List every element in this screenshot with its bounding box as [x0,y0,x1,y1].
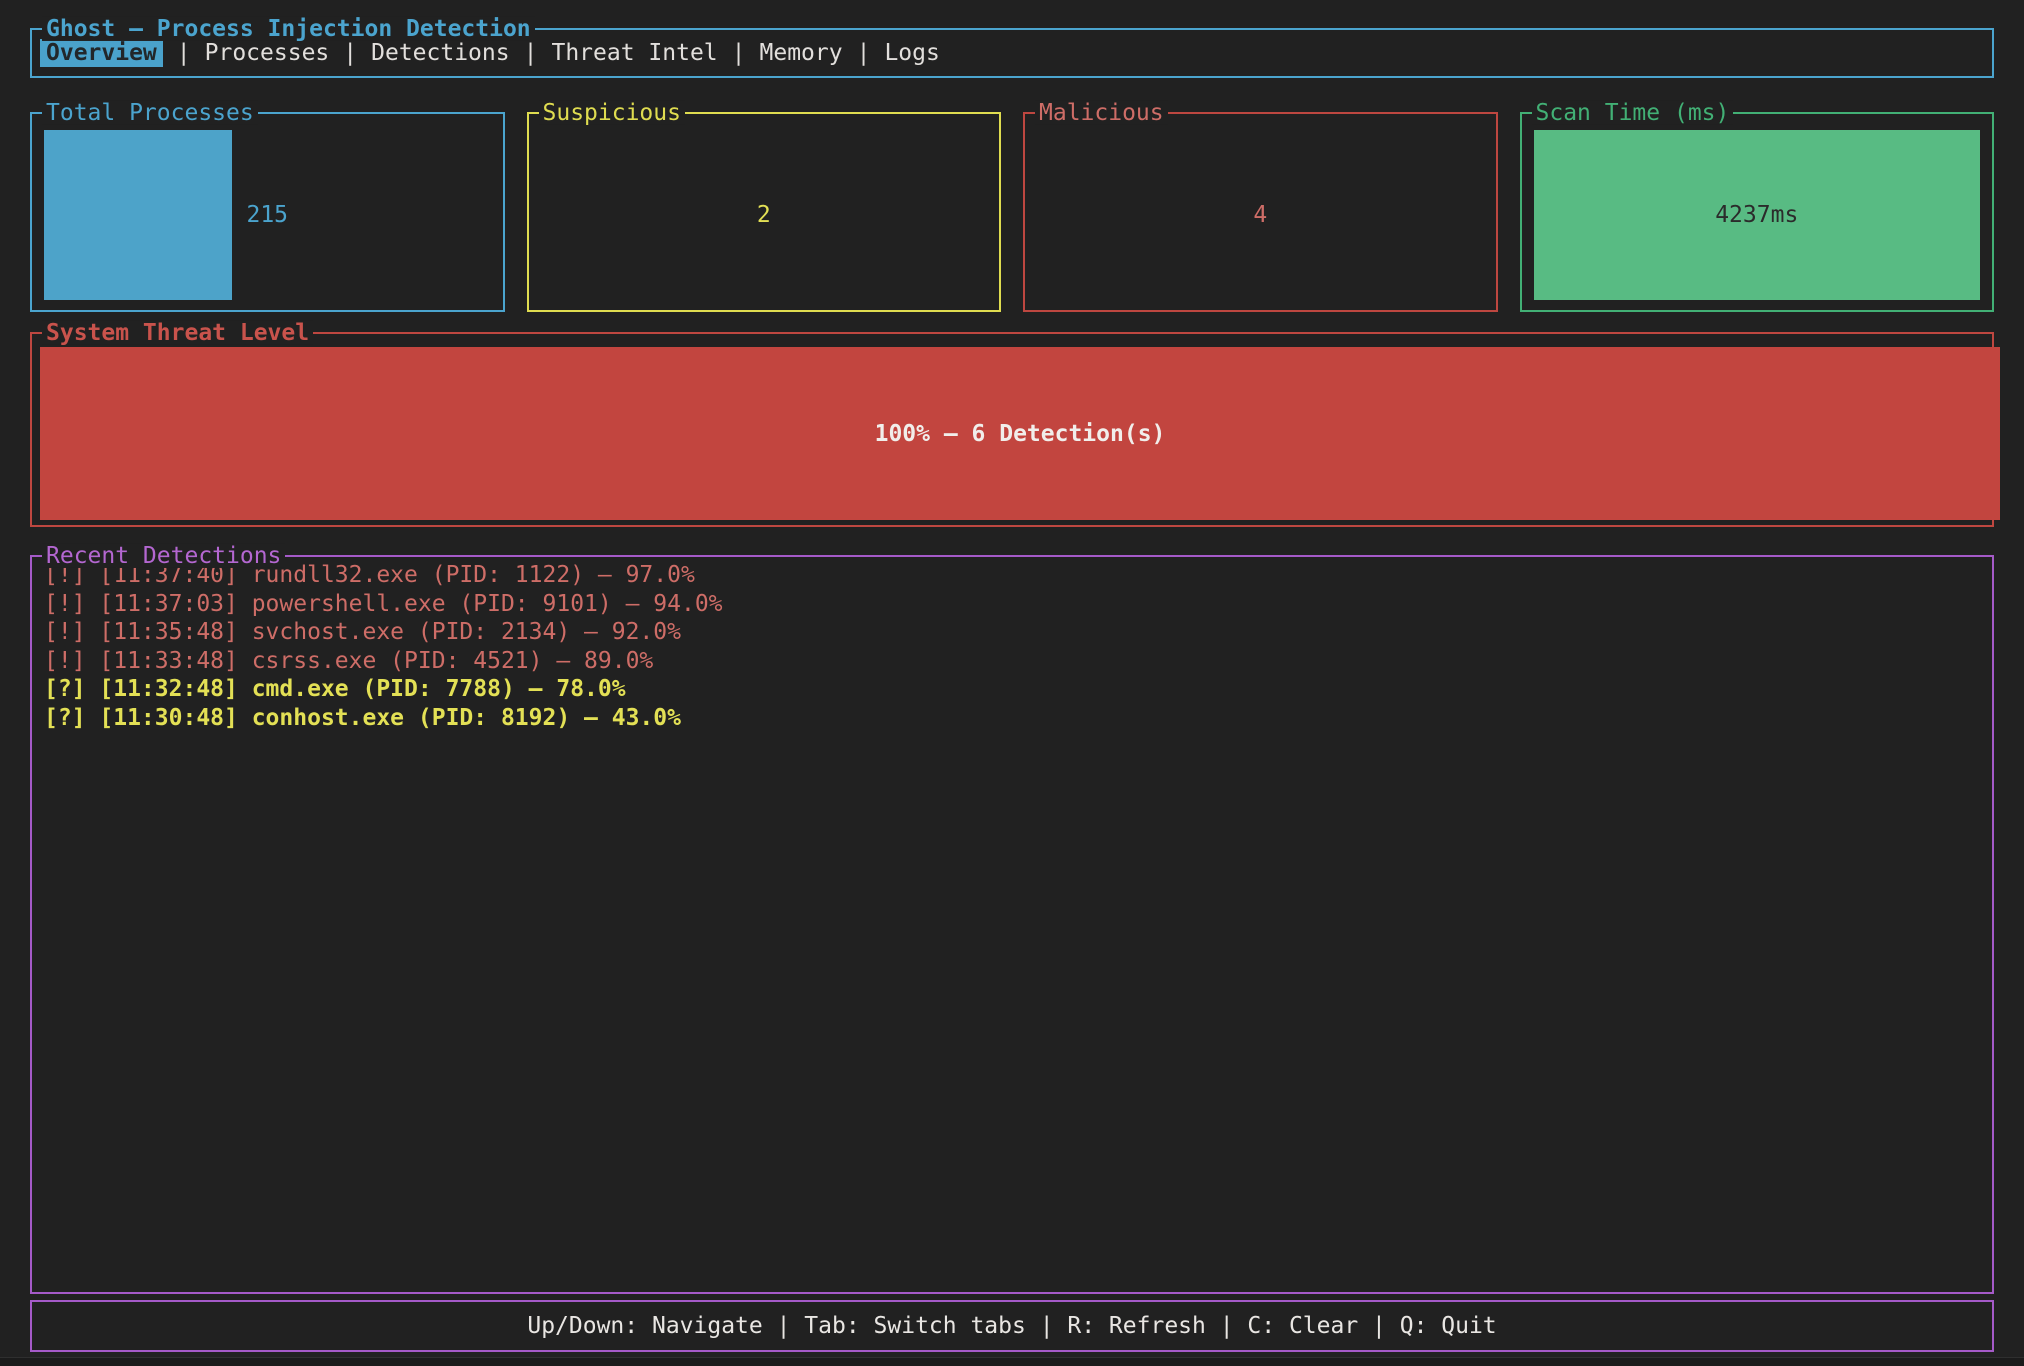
detections-list: [!] [11:37:40] rundll32.exe (PID: 1122) … [32,557,1992,732]
detection-row[interactable]: [!] [11:37:03] powershell.exe (PID: 9101… [44,590,1992,619]
stat-card-scan-time: Scan Time (ms) 4237ms [1520,112,1995,312]
tab-separator: | [524,40,538,66]
detection-row[interactable]: [!] [11:35:48] svchost.exe (PID: 2134) —… [44,618,1992,647]
tab-separator: | [732,40,746,66]
stat-card-suspicious: Suspicious 2 [527,112,1002,312]
stats-row: Total Processes 215 Suspicious 2 Malicio… [30,112,1994,312]
threat-level-panel: System Threat Level 100% — 6 Detection(s… [30,332,1994,527]
tab-overview[interactable]: Overview [40,39,163,67]
tab-detections[interactable]: Detections [371,40,509,66]
stat-title: Scan Time (ms) [1532,101,1734,125]
tab-separator: | [857,40,871,66]
detections-panel: Recent Detections [!] [11:37:40] rundll3… [30,555,1994,1294]
status-help-text: Up/Down: Navigate | Tab: Switch tabs | R… [527,1313,1496,1339]
app-window: Ghost — Process Injection Detection Over… [0,0,2024,1366]
stat-title: Malicious [1035,101,1168,125]
detection-row[interactable]: [!] [11:37:40] rundll32.exe (PID: 1122) … [44,561,1992,590]
stat-gauge: 4237ms [1534,130,1981,300]
stat-title: Total Processes [42,101,258,125]
stat-gauge: 4 [1037,130,1484,300]
stat-gauge: 2 [541,130,988,300]
stat-value: 4 [1037,130,1484,300]
detection-row[interactable]: [?] [11:30:48] conhost.exe (PID: 8192) —… [44,704,1992,733]
threat-level-label: 100% — 6 Detection(s) [875,421,1166,447]
tab-logs[interactable]: Logs [884,40,939,66]
tab-processes[interactable]: Processes [205,40,330,66]
app-title: Ghost — Process Injection Detection [42,17,535,41]
threat-level-title: System Threat Level [42,321,313,345]
tab-threat-intel[interactable]: Threat Intel [551,40,717,66]
stat-title: Suspicious [539,101,685,125]
status-bar: Up/Down: Navigate | Tab: Switch tabs | R… [30,1300,1994,1352]
tab-separator: | [177,40,191,66]
detection-row[interactable]: [?] [11:32:48] cmd.exe (PID: 7788) — 78.… [44,675,1992,704]
stat-value: 4237ms [1534,130,1981,300]
stat-value: 2 [541,130,988,300]
threat-level-bar: 100% — 6 Detection(s) [40,347,2000,520]
stat-card-malicious: Malicious 4 [1023,112,1498,312]
stat-gauge: 215 [44,130,491,300]
tab-memory[interactable]: Memory [760,40,843,66]
tab-separator: | [343,40,357,66]
header-panel: Ghost — Process Injection Detection Over… [30,28,1994,78]
detection-row[interactable]: [!] [11:33:48] csrss.exe (PID: 4521) — 8… [44,647,1992,676]
detections-title: Recent Detections [42,544,285,568]
window-bottom-edge [0,1357,2024,1366]
stat-value: 215 [44,130,491,300]
stat-card-total-processes: Total Processes 215 [30,112,505,312]
